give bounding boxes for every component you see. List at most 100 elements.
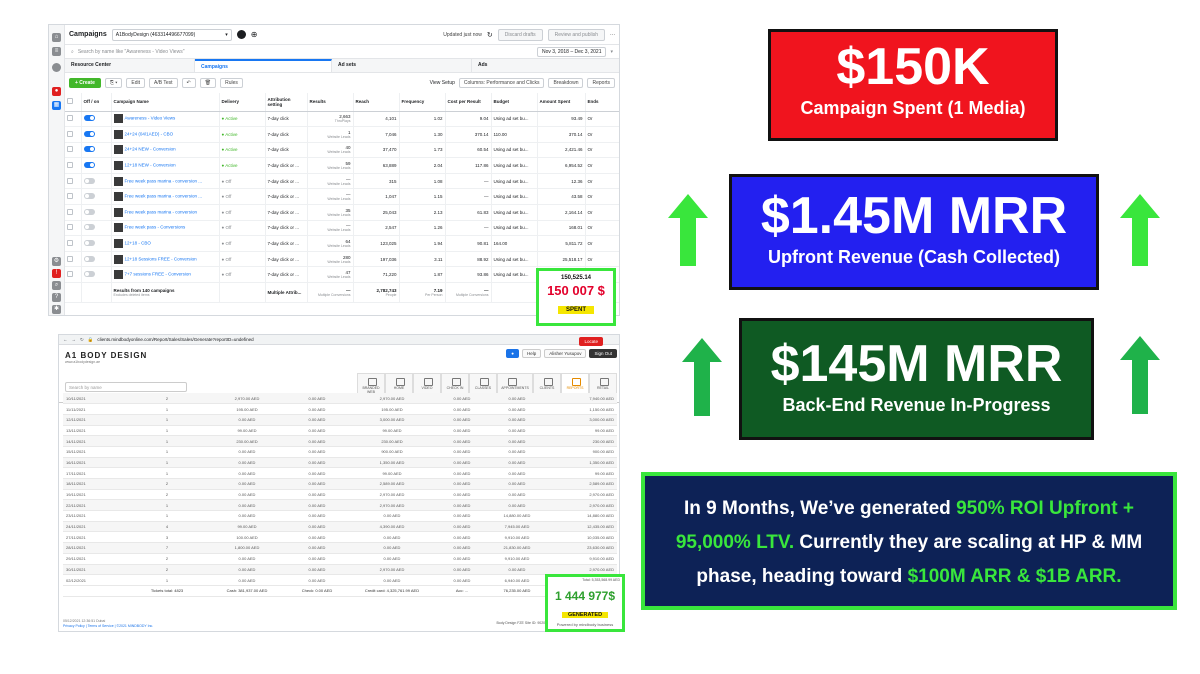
row-toggle[interactable] [81,188,112,206]
campaign-name-link[interactable]: Free week pass marina - conversion [111,204,220,221]
row-checkbox[interactable] [65,111,82,128]
row-toggle[interactable] [81,111,112,128]
row-checkbox[interactable] [65,126,82,143]
campaign-name-link[interactable]: 24+24 (04/1AED) - CBO [111,126,220,143]
nav-check-in[interactable]: CHECK IN [441,373,469,395]
row-toggle[interactable] [81,266,112,284]
profile-icon[interactable] [52,63,61,72]
rules-button[interactable]: Rules [220,78,243,88]
search-input[interactable]: Search by name like "Awareness - Video V… [78,49,185,55]
campaign-name-link[interactable]: Free week pass marina - conversion ... [111,188,220,206]
row-toggle[interactable] [81,142,112,159]
columns-button[interactable]: Columns: Performance and Clicks [458,78,545,88]
url-text[interactable]: clients.mindbodyonline.com/Report/Sales/… [97,337,253,342]
col-header[interactable]: Reach [353,93,400,112]
refresh-icon[interactable]: ↻ [487,31,493,39]
row-toggle[interactable] [81,157,112,174]
table-row[interactable]: Free week pass marina - conversion ... ● … [65,188,619,206]
row-toggle[interactable] [81,173,112,190]
table-row[interactable]: 24+24 (04/1AED) - CBO ● Active 7-day click… [65,126,619,143]
campaign-name-link[interactable]: 12+18 - CBO [111,235,220,252]
col-header[interactable]: Delivery [219,93,266,112]
table-row[interactable]: Awareness - Video Views ● Active 7-day cli… [65,111,619,128]
create-button[interactable]: + Create [69,78,101,88]
add-icon[interactable]: ⊕ [251,30,258,39]
row-checkbox[interactable] [65,188,82,206]
nav-video[interactable]: VIDEO [413,373,441,395]
table-row[interactable]: 12+18 Sessions FREE - Conversion ● Off 7-d… [65,251,619,268]
row-checkbox[interactable] [65,173,82,190]
tab-ads[interactable]: Ads [472,59,619,72]
campaign-name-link[interactable]: 12+18 NEW - Conversion [111,157,220,174]
date-range-picker[interactable]: Nov 3, 2018 – Dec 3, 2021 [536,46,607,57]
undo-icon[interactable]: ↶ [181,78,196,88]
nav-reports[interactable]: REPORTS [561,373,589,395]
alert-icon[interactable]: ! [52,269,61,278]
notifications-icon[interactable]: ● [52,87,61,96]
campaign-name-link[interactable]: 7+7 sessions FREE - Conversion [111,266,220,284]
nav-clients[interactable]: CLIENTS [533,373,561,395]
locate-button[interactable]: Locate [579,337,603,346]
client-search-input[interactable]: Search by name [65,382,187,392]
discard-drafts-button[interactable]: Discard drafts [497,28,543,41]
badge-icon[interactable]: ● [506,349,520,358]
col-header[interactable]: Campaign Name [111,93,220,112]
col-header[interactable]: Ends [585,93,619,112]
tab-campaigns[interactable]: Campaigns [195,59,332,72]
nav-branded-web[interactable]: BRANDED WEB [357,373,385,395]
forward-icon[interactable]: → [72,337,77,342]
account-toggle-icon[interactable] [236,30,246,39]
user-menu[interactable]: Alisher Yusupov [544,349,587,358]
select-all-checkbox[interactable] [65,93,82,112]
delete-icon[interactable]: 🗑 [199,78,217,88]
help-icon[interactable]: ? [52,293,61,302]
legal-links[interactable]: Privacy Policy | Terms of Service | ©202… [63,624,153,629]
row-toggle[interactable] [81,204,112,221]
chevron-down-icon[interactable]: ▾ [610,49,613,55]
review-publish-button[interactable]: Review and publish [547,28,605,41]
nav-home[interactable]: HOME [385,373,413,395]
row-checkbox[interactable] [65,235,82,252]
row-checkbox[interactable] [65,157,82,174]
col-header[interactable]: Cost per Result [445,93,492,112]
home-icon[interactable]: ⌂ [52,33,61,42]
row-checkbox[interactable] [65,204,82,221]
col-header[interactable]: Frequency [399,93,446,112]
table-row[interactable]: Free week pass marina - conversion ... ● … [65,173,619,190]
row-toggle[interactable] [81,126,112,143]
table-row[interactable]: Free week pass - Conversions ● Off 7-day c… [65,220,619,237]
bug-icon[interactable]: ✱ [52,305,61,314]
campaign-name-link[interactable]: 24+24 NEW - Conversion [111,142,220,159]
tab-ad-sets[interactable]: Ad sets [332,59,472,72]
col-header[interactable]: Amount Spent [537,93,586,112]
row-toggle[interactable] [81,220,112,237]
table-row[interactable]: 12+18 - CBO ● Off 7-day click or ... 64 Webs… [65,235,619,252]
account-selector[interactable]: A1BodyDesign (463314496677099) ▾ [111,28,232,41]
row-checkbox[interactable] [65,251,82,268]
reload-icon[interactable]: ↻ [80,337,84,343]
view-setup-button[interactable]: View Setup [430,80,455,86]
row-toggle[interactable] [81,235,112,252]
row-checkbox[interactable] [65,142,82,159]
back-icon[interactable]: ← [63,337,68,342]
breakdown-button[interactable]: Breakdown [548,78,584,88]
row-toggle[interactable] [81,251,112,268]
reports-button[interactable]: Reports [587,78,615,88]
settings-icon[interactable]: ⚙ [52,257,61,266]
col-header[interactable]: Attribution setting [265,93,308,112]
campaign-name-link[interactable]: 12+18 Sessions FREE - Conversion [111,251,220,268]
duplicate-button[interactable]: ⎘ ▾ [104,78,123,88]
col-header[interactable]: Off / on [81,93,112,112]
search-icon[interactable]: ⌕ [52,281,61,290]
ab-test-button[interactable]: A/B Test [149,78,178,88]
nav-appointments[interactable]: APPOINTMENTS [497,373,533,395]
row-checkbox[interactable] [65,220,82,237]
more-icon[interactable]: ··· [610,32,615,38]
help-button[interactable]: Help [522,349,542,358]
nav-retail[interactable]: RETAIL [589,373,617,395]
campaign-name-link[interactable]: Free week pass marina - conversion ... [111,173,220,190]
edit-button[interactable]: Edit [126,78,145,88]
menu-icon[interactable]: ≡ [52,47,61,56]
table-row[interactable]: 12+18 NEW - Conversion ● Active 7-day clic… [65,157,619,174]
nav-classes[interactable]: CLASSES [469,373,497,395]
